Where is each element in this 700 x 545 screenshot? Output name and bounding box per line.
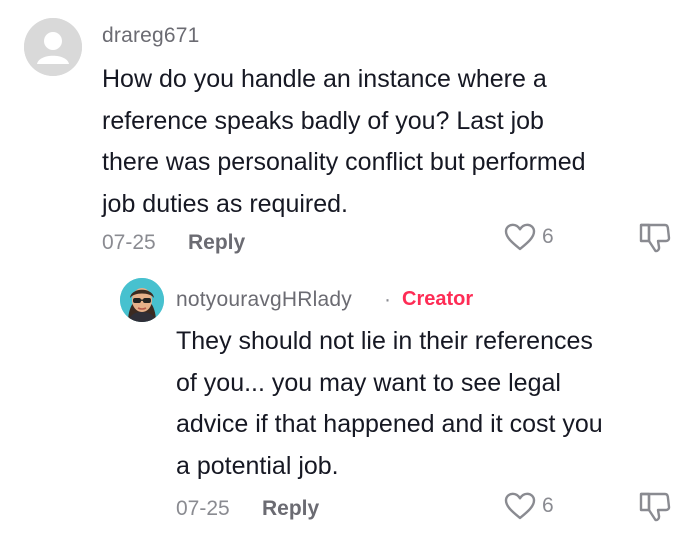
heart-icon xyxy=(504,223,536,251)
like-button[interactable]: 6 xyxy=(503,222,554,252)
reply-text: They should not lie in their references … xyxy=(176,321,686,487)
comment: drareg671 How do you handle an instance … xyxy=(0,0,700,270)
comment-text-line: How do you handle an instance where a xyxy=(102,65,547,93)
separator-dot: · xyxy=(384,288,391,311)
comment-reply: notyouravgHRlady · Creator They should n… xyxy=(0,270,700,545)
profile-photo-icon[interactable] xyxy=(120,278,164,322)
comment-text-line: job duties as required. xyxy=(102,189,348,218)
dislike-button[interactable] xyxy=(636,222,672,259)
thumbs-down-icon xyxy=(639,223,671,253)
creator-badge: Creator xyxy=(402,288,474,310)
reply-button[interactable]: Reply xyxy=(262,497,319,521)
comment-text-line: there was personality conflict but perfo… xyxy=(102,148,586,176)
thumbs-down-icon xyxy=(639,492,671,522)
reply-button[interactable]: Reply xyxy=(188,231,245,255)
like-count: 6 xyxy=(542,225,554,248)
reply-text-line: a potential job. xyxy=(176,451,339,480)
comment-text-line: reference speaks badly of you? Last job xyxy=(102,106,544,135)
reply-text-line: advice if that happened and it cost you xyxy=(176,410,603,438)
heart-icon xyxy=(504,492,536,520)
like-count: 6 xyxy=(542,494,554,517)
reply-text-line: They should not lie in their references xyxy=(176,327,593,355)
dislike-button[interactable] xyxy=(636,491,672,528)
default-avatar-icon[interactable] xyxy=(24,18,82,76)
reply-date: 07-25 xyxy=(176,497,230,520)
comment-date: 07-25 xyxy=(102,231,156,254)
reply-text-line: of you... you may want to see legal xyxy=(176,368,561,397)
like-button[interactable]: 6 xyxy=(503,491,554,521)
comment-text: How do you handle an instance where a re… xyxy=(102,59,692,225)
comment-username[interactable]: drareg671 xyxy=(102,24,200,48)
reply-username[interactable]: notyouravgHRlady xyxy=(176,288,352,312)
